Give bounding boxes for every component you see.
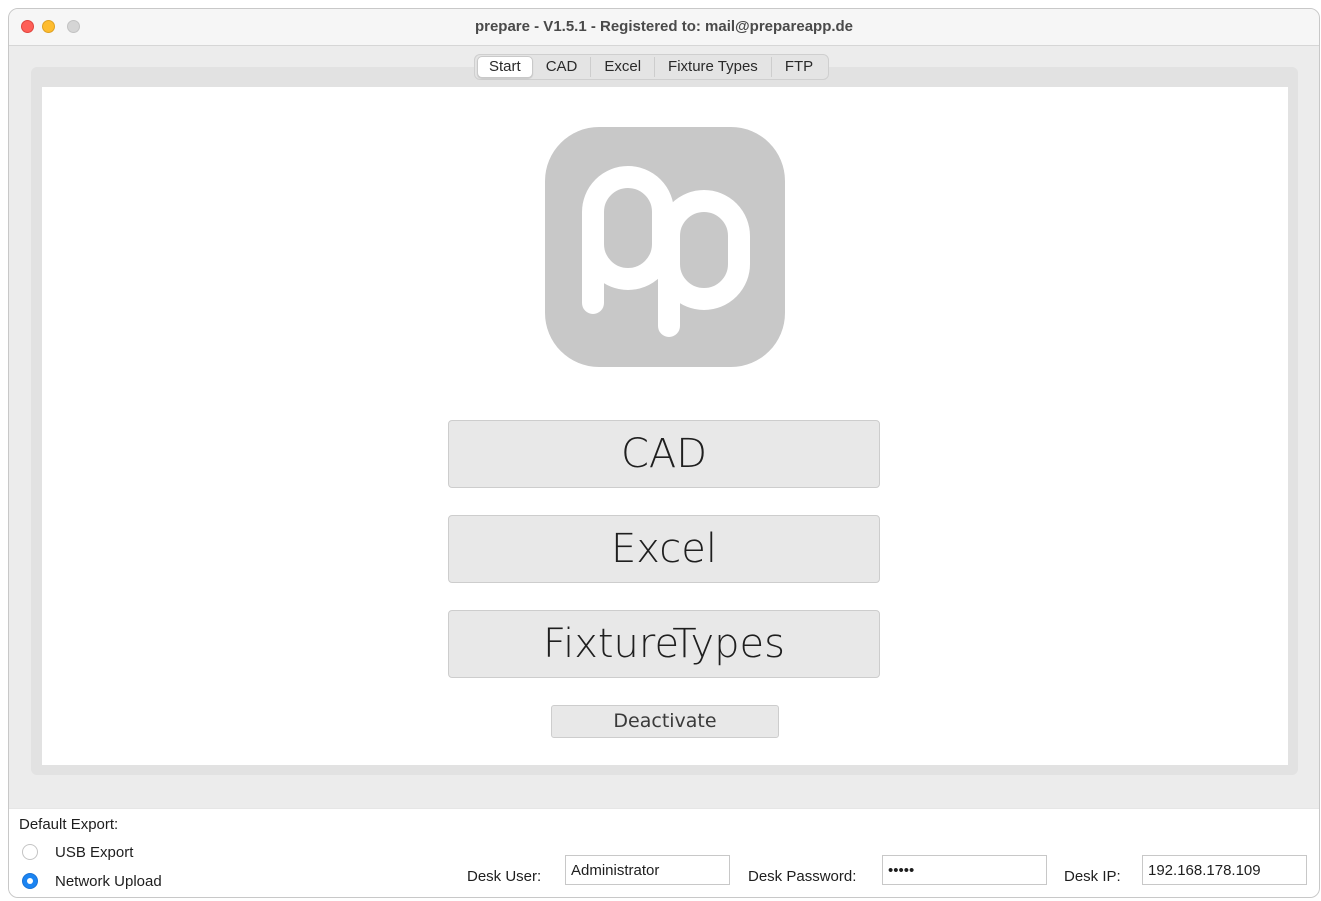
desk-user-input[interactable]	[565, 855, 730, 885]
network-upload-label[interactable]: Network Upload	[55, 873, 162, 890]
tab-start[interactable]: Start	[477, 56, 533, 78]
desk-ip-input[interactable]	[1142, 855, 1307, 885]
network-upload-radio[interactable]	[22, 873, 38, 889]
tab-excel[interactable]: Excel	[591, 57, 656, 77]
tab-cad[interactable]: CAD	[533, 57, 592, 77]
app-window: prepare - V1.5.1 - Registered to: mail@p…	[8, 8, 1320, 898]
app-logo-icon	[545, 127, 785, 367]
excel-button[interactable]: Excel	[448, 515, 880, 583]
default-export-label: Default Export:	[19, 816, 119, 833]
deactivate-button[interactable]: Deactivate	[551, 705, 779, 738]
title-bar: prepare - V1.5.1 - Registered to: mail@p…	[9, 9, 1319, 46]
footer-panel: Default Export: USB Export Network Uploa…	[9, 808, 1319, 897]
desk-password-input[interactable]	[882, 855, 1047, 885]
window-title: prepare - V1.5.1 - Registered to: mail@p…	[474, 18, 854, 35]
desk-password-label: Desk Password:	[748, 868, 857, 885]
tab-ftp[interactable]: FTP	[772, 57, 826, 77]
desk-user-label: Desk User:	[467, 868, 542, 885]
tab-fixture-types[interactable]: Fixture Types	[655, 57, 772, 77]
usb-export-radio[interactable]	[22, 844, 38, 860]
pp-logo-glyph	[582, 166, 750, 337]
usb-export-label[interactable]: USB Export	[55, 844, 133, 861]
tab-bar: Start CAD Excel Fixture Types FTP	[474, 54, 830, 80]
fixture-types-button[interactable]: FixtureTypes	[448, 610, 880, 678]
cad-button[interactable]: CAD	[448, 420, 880, 488]
desk-ip-label: Desk IP:	[1064, 868, 1121, 885]
